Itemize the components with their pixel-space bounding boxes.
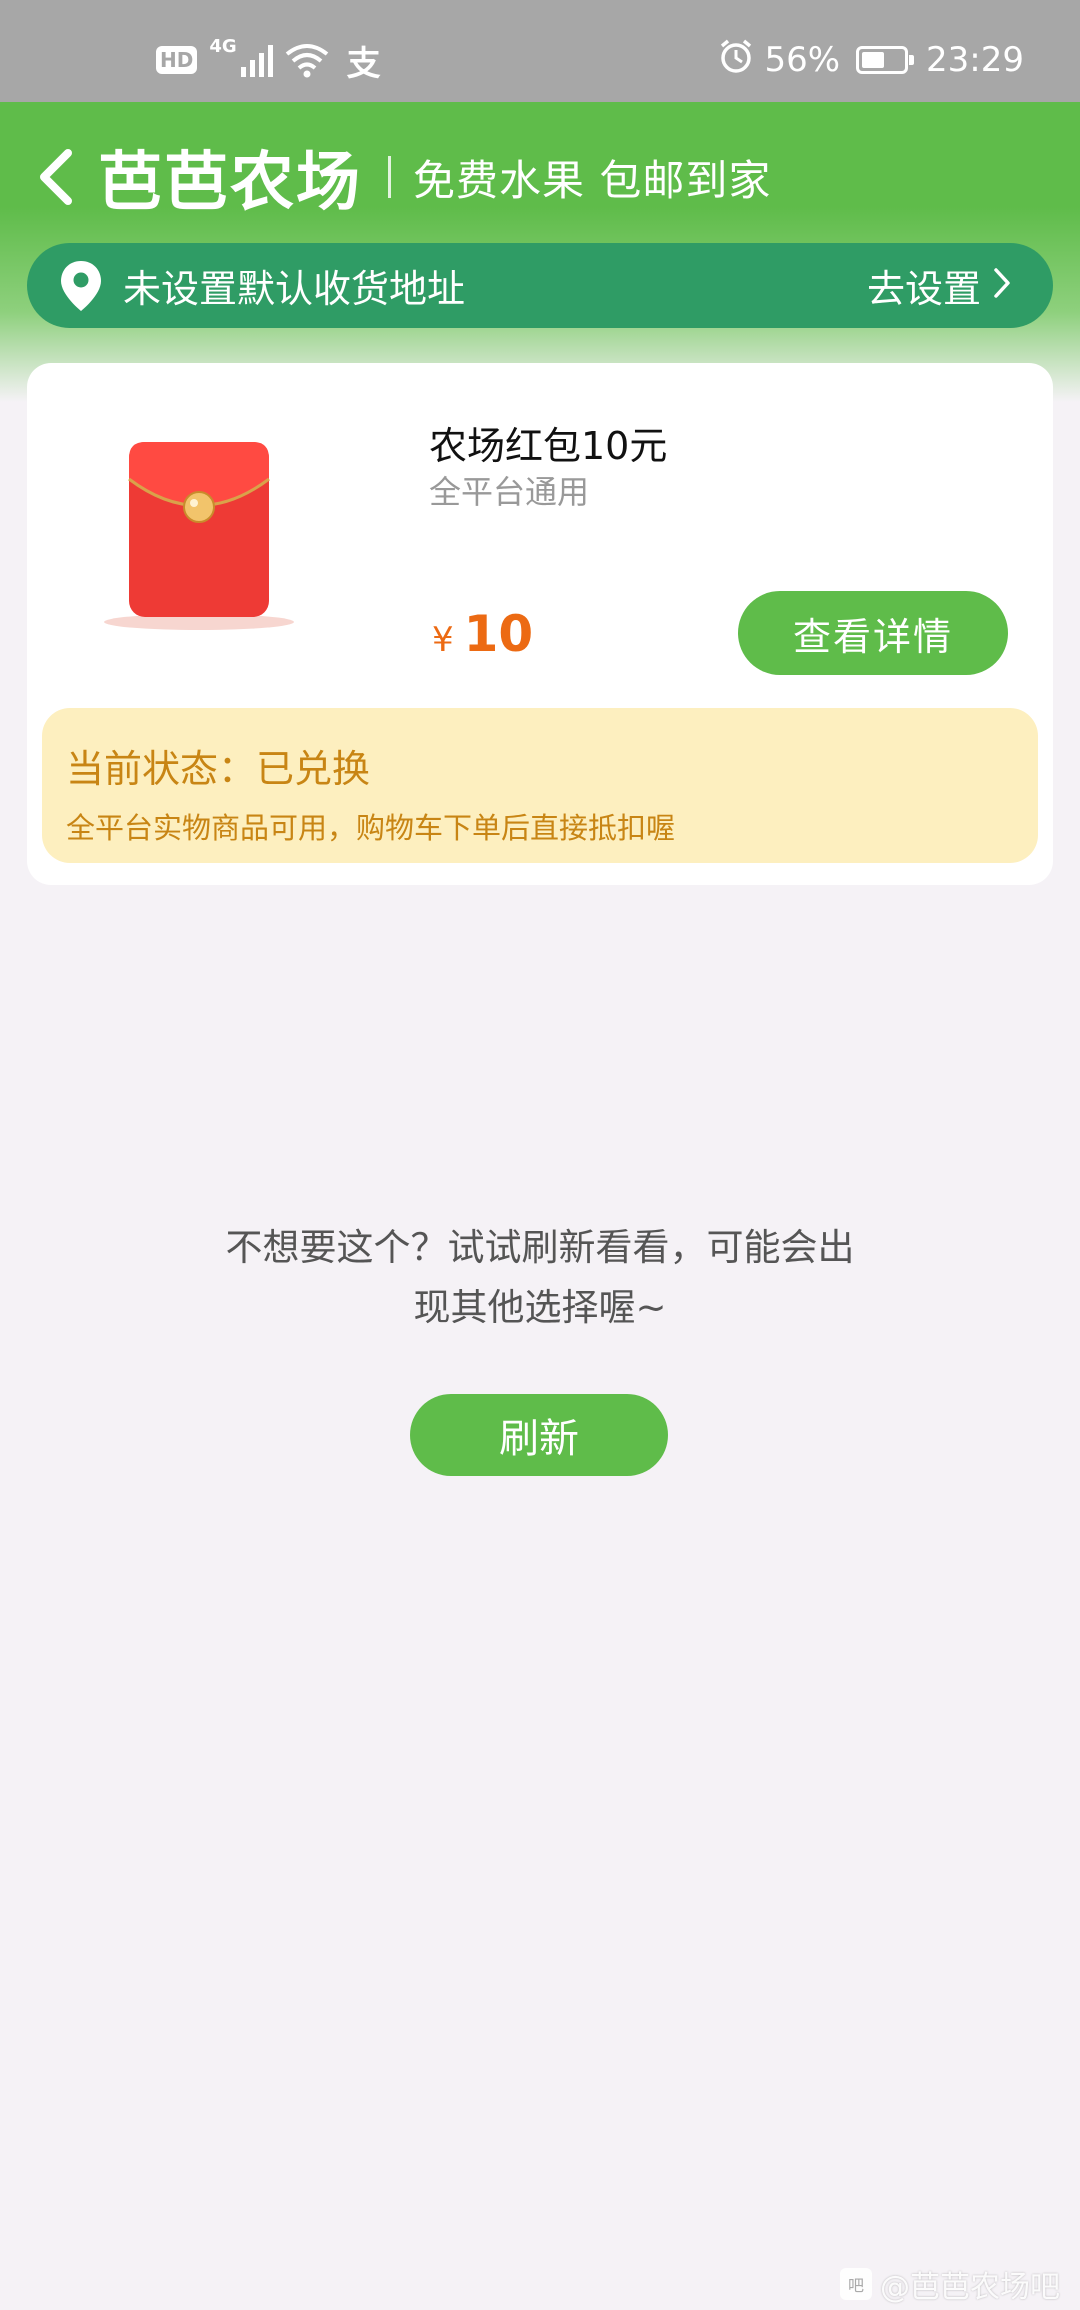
alarm-icon [718,38,754,83]
nav-divider [388,156,391,198]
refresh-button[interactable]: 刷新 [410,1394,668,1476]
set-address-label: 去设置 [866,267,981,311]
product-scope: 全平台通用 [429,473,590,511]
status-box: 当前状态：已兑换 全平台实物商品可用，购物车下单后直接抵扣喔 [42,708,1038,863]
watermark-text: @芭芭农场吧 [880,2270,1060,2305]
product-name: 农场红包10元 [429,424,668,468]
watermark: 吧 @芭芭农场吧 [840,2262,1060,2306]
view-details-button[interactable]: 查看详情 [738,591,1008,675]
signal-icon [240,43,273,77]
product-card: 农场红包10元 全平台通用 ¥ 10 查看详情 当前状态：已兑换 全平台实物商品… [27,363,1053,885]
battery-icon [856,46,915,74]
alipay-icon: 支 [346,43,381,84]
network-type: 4G [209,36,237,57]
battery-percent: 56% [764,40,841,80]
refresh-hint-line2: 现其他选择喔~ [413,1286,667,1329]
status-bar: HD 4G 支 56% 23:29 [0,0,1080,102]
status-left: HD 4G 支 [156,36,381,84]
price-amount: 10 [463,605,534,663]
refresh-hint-line1: 不想要这个？试试刷新看看，可能会出 [225,1226,855,1269]
clock-time: 23:29 [926,40,1024,80]
chevron-right-icon [993,264,1011,308]
price: ¥ 10 [432,605,533,663]
location-pin-icon [57,259,105,313]
wifi-icon [285,42,329,78]
hd-badge: HD [156,46,198,74]
nav-row: 芭芭农场 免费水果 包邮到家 [36,142,772,220]
status-title: 当前状态：已兑换 [66,747,371,791]
status-right: 56% 23:29 [718,38,1024,82]
refresh-hint: 不想要这个？试试刷新看看，可能会出 现其他选择喔~ [190,1218,890,1338]
price-currency: ¥ [432,620,454,660]
address-bar[interactable]: 未设置默认收货地址 去设置 [27,243,1053,328]
address-text: 未设置默认收货地址 [123,267,466,311]
brand-title: 芭芭农场 [98,146,362,220]
status-description: 全平台实物商品可用，购物车下单后直接抵扣喔 [66,811,676,845]
back-icon[interactable] [36,147,76,207]
header: 芭芭农场 免费水果 包邮到家 未设置默认收货地址 去设置 [0,102,1080,402]
red-packet-icon [99,417,299,637]
slogan: 免费水果 包邮到家 [413,155,772,205]
watermark-logo-icon: 吧 [840,2268,872,2300]
set-address-link[interactable]: 去设置 [867,258,1011,313]
